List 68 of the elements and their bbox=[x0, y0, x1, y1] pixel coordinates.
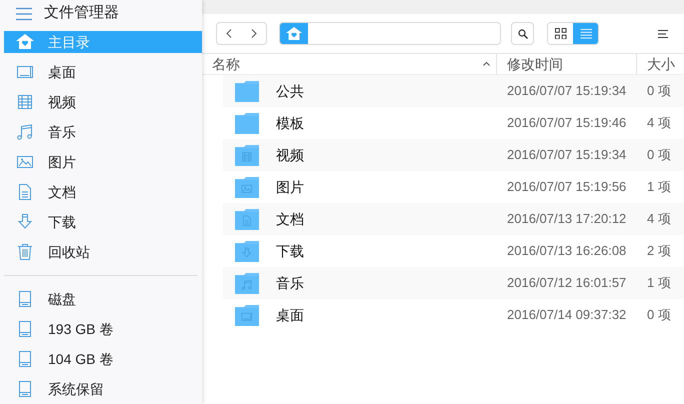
sidebar-item[interactable]: 193 GB 卷 bbox=[4, 318, 202, 340]
sidebar-item[interactable]: 音乐 bbox=[4, 121, 202, 144]
file-name: 音乐 bbox=[276, 274, 304, 292]
folder-icon bbox=[235, 80, 259, 102]
search-icon bbox=[518, 28, 528, 38]
download-arrow-icon bbox=[16, 213, 34, 232]
modified-time: 2016/07/13 16:26:08 bbox=[506, 242, 628, 260]
home-icon bbox=[16, 33, 34, 52]
item-count: 1 项 bbox=[646, 178, 671, 196]
item-count: 4 项 bbox=[646, 114, 671, 132]
item-count: 0 项 bbox=[646, 306, 671, 324]
sidebar-item[interactable]: 桌面 bbox=[4, 61, 202, 84]
modified-time: 2016/07/07 15:19:46 bbox=[506, 114, 628, 132]
file-name: 下载 bbox=[276, 242, 304, 260]
sidebar-item[interactable]: 回收站 bbox=[4, 241, 202, 264]
film-icon bbox=[16, 93, 34, 112]
app-title: 文件管理器 bbox=[44, 3, 119, 24]
sidebar-item[interactable]: 磁盘 bbox=[4, 288, 202, 310]
menu-icon bbox=[658, 30, 668, 38]
sidebar-item[interactable]: 下载 bbox=[4, 211, 202, 234]
folder-icon bbox=[235, 208, 259, 230]
sidebar-item[interactable]: 文档 bbox=[4, 181, 202, 204]
drive-icon bbox=[16, 290, 34, 308]
modified-time: 2016/07/07 15:19:56 bbox=[506, 178, 628, 196]
address-bar[interactable] bbox=[279, 22, 501, 45]
sidebar-item[interactable]: 104 GB 卷 bbox=[4, 348, 202, 370]
item-count: 0 项 bbox=[646, 146, 671, 164]
trash-icon bbox=[16, 243, 34, 262]
folder-icon bbox=[235, 272, 259, 294]
file-name: 文档 bbox=[276, 210, 304, 228]
item-count: 2 项 bbox=[646, 242, 671, 260]
folder-icon bbox=[235, 176, 259, 198]
file-name: 图片 bbox=[276, 178, 304, 196]
modified-time: 2016/07/07 15:19:34 bbox=[506, 82, 628, 100]
column-header[interactable]: 大小 bbox=[636, 54, 684, 74]
folder-icon bbox=[235, 240, 259, 262]
sidebar-item[interactable]: 视频 bbox=[4, 91, 202, 114]
sidebar-item[interactable]: 系统保留 bbox=[4, 378, 202, 400]
item-count: 4 项 bbox=[646, 210, 671, 228]
folder-icon bbox=[235, 304, 259, 326]
column-header[interactable]: 修改时间 bbox=[496, 54, 636, 74]
menu-icon[interactable] bbox=[16, 6, 32, 21]
music-note-icon bbox=[16, 123, 34, 142]
file-name: 公共 bbox=[276, 82, 304, 100]
folder-icon bbox=[235, 112, 259, 134]
drive-icon bbox=[16, 320, 34, 338]
home-crumb[interactable] bbox=[280, 23, 308, 44]
drive-icon bbox=[16, 350, 34, 368]
modified-time: 2016/07/13 17:20:12 bbox=[506, 210, 628, 228]
drive-icon bbox=[16, 380, 34, 398]
chevron-left-icon bbox=[226, 29, 232, 38]
document-icon bbox=[16, 183, 34, 202]
file-name: 模板 bbox=[276, 114, 304, 132]
file-name: 桌面 bbox=[276, 306, 304, 324]
modified-time: 2016/07/14 09:37:32 bbox=[506, 306, 628, 324]
column-header[interactable]: 名称 bbox=[202, 54, 496, 74]
folder-icon bbox=[235, 144, 259, 166]
modified-time: 2016/07/12 16:01:57 bbox=[506, 274, 628, 292]
sidebar-item[interactable]: 图片 bbox=[4, 151, 202, 174]
list-icon bbox=[580, 28, 592, 39]
modified-time: 2016/07/07 15:19:34 bbox=[506, 146, 628, 164]
grid-icon bbox=[554, 28, 566, 39]
home-icon bbox=[286, 27, 302, 40]
file-name: 视频 bbox=[276, 146, 304, 164]
search-button[interactable] bbox=[511, 22, 534, 45]
item-count: 0 项 bbox=[646, 82, 671, 100]
item-count: 1 项 bbox=[646, 274, 671, 292]
chevron-right-icon bbox=[250, 29, 257, 38]
